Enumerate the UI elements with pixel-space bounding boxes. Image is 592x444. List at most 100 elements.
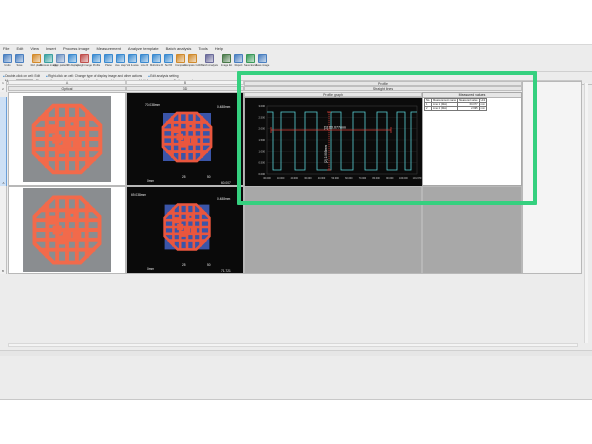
row-header-2[interactable]: 2 <box>0 86 7 92</box>
toolbar-label: Compare CAD <box>184 64 201 67</box>
toolbar-ave-step-button[interactable]: Ave. step <box>115 52 126 67</box>
report-icon <box>234 54 243 63</box>
3d-display-icon <box>68 54 77 63</box>
toolbar-multi-line-r-button[interactable]: Multi-line R <box>150 52 163 67</box>
optical-image-cell-a[interactable] <box>8 92 126 186</box>
toolbar-plane-button[interactable]: Plane <box>103 52 114 67</box>
h3d-b-x-axis-25: 25 <box>182 263 186 267</box>
toolbar-label: Multi-line R <box>150 64 163 67</box>
toolbar-save-excel-button[interactable]: Save Excel <box>244 52 257 67</box>
h3d-b-top-right-label: 0.488mm <box>217 197 231 201</box>
toolbar-label: Image list <box>220 64 233 67</box>
align-pattern-icon <box>56 54 65 63</box>
lattice-part-image-b <box>24 188 111 272</box>
optical-photo-b <box>23 188 111 272</box>
menu-item-edit[interactable]: Edit <box>16 46 23 51</box>
h3d-right-value: 60.007 <box>221 181 231 185</box>
toolbar-label: Report <box>234 64 243 67</box>
optical-header: Optical <box>8 86 126 91</box>
menu-bar: File Edit View Insert Process image Measureme… <box>0 45 592 52</box>
status-bar <box>0 350 592 356</box>
toolbar-label: Batch Analysis <box>201 64 218 67</box>
toolbar-label: Save image <box>255 64 270 67</box>
lattice-part-image <box>23 96 111 182</box>
ave-step-icon <box>116 54 125 63</box>
h3d-header: 3D <box>126 86 244 91</box>
h3d-x-axis-25: 25 <box>182 175 186 179</box>
row-selection-a[interactable] <box>0 97 7 186</box>
undo-icon <box>3 54 12 63</box>
vol-area-icon <box>128 54 137 63</box>
toolbar-label: Ave. step <box>115 64 126 67</box>
menu-item-batch-analysis[interactable]: Batch analysis <box>166 46 192 51</box>
toolbar-align-pattern-button[interactable]: Align pattern <box>53 52 68 67</box>
height-range-icon <box>80 54 89 63</box>
horizontal-scrollbar[interactable] <box>8 343 578 347</box>
batch-analysis-icon <box>205 54 214 63</box>
line-r-icon <box>140 54 149 63</box>
surf-r-icon <box>164 54 173 63</box>
ref-plane-icon <box>32 54 41 63</box>
h3d-image-b <box>163 203 211 251</box>
toolbar-line-r-button[interactable]: Line R <box>139 52 150 67</box>
h3d-image <box>161 111 213 163</box>
column-header-b[interactable]: B <box>126 80 244 85</box>
menu-item-help[interactable]: Help <box>215 46 223 51</box>
toolbar-label: Save <box>16 64 23 67</box>
toolbar-height-range-button[interactable]: Height range <box>77 52 92 67</box>
h3d-b-right-value: 71.721 <box>221 269 231 273</box>
image-list-icon <box>222 54 231 63</box>
menu-item-tools[interactable]: Tools <box>198 46 207 51</box>
edit-hint-2[interactable]: Right-click on cell: Change type of disp… <box>46 74 142 78</box>
menu-item-insert[interactable]: Insert <box>46 46 56 51</box>
toolbar-label: Undo <box>4 64 11 67</box>
h3d-top-right-label: 0.488mm <box>217 105 231 109</box>
vertical-scrollbar[interactable] <box>584 83 588 343</box>
optical-image-cell-b[interactable] <box>8 186 126 274</box>
menu-item-process-image[interactable]: Process image <box>63 46 89 51</box>
profile-icon <box>92 54 101 63</box>
h3d-x-axis-50: 50 <box>207 175 211 179</box>
menu-item-file[interactable]: File <box>3 46 9 51</box>
toolbar-label: Plane <box>105 64 112 67</box>
toolbar-image-list-button[interactable]: Image list <box>221 52 232 67</box>
save-icon <box>15 54 24 63</box>
menu-item-view[interactable]: View <box>30 46 39 51</box>
toolbar-label: Surf R <box>164 64 173 67</box>
column-header-a[interactable]: A <box>8 80 126 85</box>
toolbar-label: Line R <box>140 64 149 67</box>
compare-icon <box>176 54 185 63</box>
highlight-box <box>237 71 537 205</box>
toolbar-report-button[interactable]: Report <box>233 52 244 67</box>
toolbar-surf-r-button[interactable]: Surf R <box>163 52 174 67</box>
edit-hint-1[interactable]: Double-click on cell: Edit <box>3 74 40 78</box>
h3d-b-x-axis-50: 50 <box>207 263 211 267</box>
edit-analysis-setting[interactable]: Edit analysis setting <box>148 74 178 78</box>
toolbar-vol-area-button[interactable]: Vol & area <box>127 52 138 67</box>
compare-cad-icon <box>188 54 197 63</box>
optical-photo-a <box>23 96 111 182</box>
toolbar-save-image-button[interactable]: Save image <box>255 52 270 67</box>
save-image-icon <box>258 54 267 63</box>
process-image-icon <box>44 54 53 63</box>
h3d-b-x-axis-0: 0mm <box>147 267 155 271</box>
height-3d-cell-a[interactable]: 70.038mm 0.488mm 0mm 25 50 60.007 <box>126 92 244 186</box>
h3d-b-top-label: 69.038mm <box>131 193 147 197</box>
toolbar-save-button[interactable]: Save <box>14 52 25 67</box>
plane-icon <box>104 54 113 63</box>
toolbar-label: Vol & area <box>126 64 139 67</box>
multi-line-r-icon <box>152 54 161 63</box>
save-excel-icon <box>246 54 255 63</box>
row-header-b[interactable]: B <box>0 186 7 274</box>
menu-item-measurement[interactable]: Measurement <box>96 46 120 51</box>
main-toolbar: Undo Save Ref. plane Process image Align pat… <box>0 52 592 72</box>
toolbar-profile-button[interactable]: Profile <box>91 52 102 67</box>
h3d-x-axis-0: 0mm <box>147 179 155 183</box>
toolbar-compare-cad-button[interactable]: Compare CAD <box>184 52 201 67</box>
menu-item-analyze-template[interactable]: Analyze template <box>128 46 159 51</box>
toolbar-label: Profile <box>92 64 101 67</box>
toolbar-batch-analysis-button[interactable]: Batch Analysis <box>201 52 218 67</box>
toolbar-label: Height range <box>77 64 92 67</box>
height-3d-cell-b[interactable]: 69.038mm 0.488mm 0mm 25 50 71.721 <box>126 186 244 274</box>
toolbar-undo-button[interactable]: Undo <box>2 52 13 67</box>
